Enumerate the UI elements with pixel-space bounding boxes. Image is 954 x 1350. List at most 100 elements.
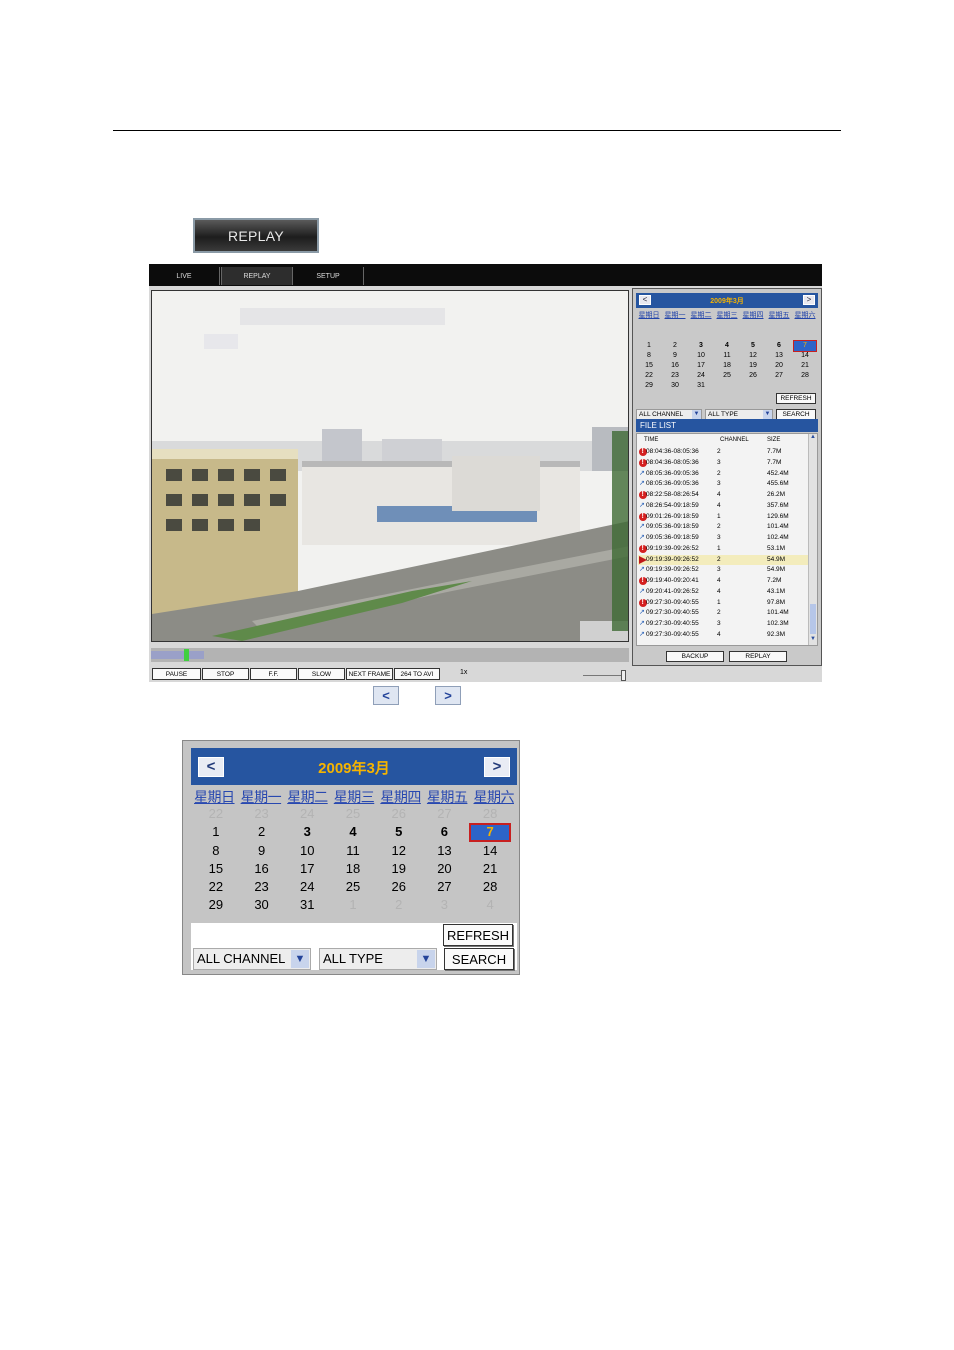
refresh-button[interactable]: REFRESH	[776, 393, 816, 404]
calendar-day[interactable]: 17	[284, 860, 330, 878]
file-list-row[interactable]: 08:04:36-08:05:36 3 7.7M	[638, 458, 808, 468]
calendar-day[interactable]: 31	[688, 381, 714, 391]
calendar-day[interactable]: 1	[193, 823, 239, 841]
playback-progress-bar[interactable]	[151, 648, 629, 662]
calendar-day[interactable]: 11	[714, 351, 740, 361]
calendar-day[interactable]: 1	[636, 341, 662, 351]
calendar-day[interactable]: 15	[193, 860, 239, 878]
file-list-row[interactable]: ↗ 08:26:54-09:18:59 4 357.6M	[638, 501, 808, 511]
weekday-label[interactable]: 星期三	[714, 310, 740, 320]
calendar-day[interactable]: 22	[636, 371, 662, 381]
fast-forward-button[interactable]: F.F.	[250, 668, 297, 680]
scroll-down-icon[interactable]: ▼	[809, 636, 817, 645]
calendar-day[interactable]: 11	[330, 842, 376, 860]
calendar-day[interactable]: 2	[662, 341, 688, 351]
backup-button[interactable]: BACKUP	[666, 651, 724, 662]
type-select[interactable]: ALL TYPE ▼	[319, 948, 437, 970]
calendar-day[interactable]: 19	[376, 860, 422, 878]
weekday-label[interactable]: 星期四	[377, 787, 424, 807]
calendar-day[interactable]: 12	[740, 351, 766, 361]
file-replay-button[interactable]: REPLAY	[729, 651, 787, 662]
tab-live[interactable]: LIVE	[149, 267, 220, 285]
calendar-day[interactable]: 27	[766, 371, 792, 381]
file-list-row[interactable]: ↗ 09:20:41-09:26:52 4 43.1M	[638, 587, 808, 597]
calendar-day-selected[interactable]: 7	[793, 340, 817, 352]
calendar-day[interactable]: 14	[792, 351, 818, 361]
calendar-day[interactable]: 28	[467, 878, 513, 896]
file-list-scrollbar[interactable]: ▲ ▼	[808, 434, 817, 645]
calendar-day[interactable]: 31	[284, 896, 330, 914]
calendar-day[interactable]: 23	[239, 878, 285, 896]
weekday-label[interactable]: 星期五	[766, 310, 792, 320]
calendar-day[interactable]: 29	[636, 381, 662, 391]
calendar-day[interactable]: 3	[284, 823, 330, 841]
calendar-day-selected[interactable]: 7	[469, 823, 511, 842]
calendar-day[interactable]: 25	[714, 371, 740, 381]
calendar-day[interactable]: 18	[714, 361, 740, 371]
file-list-row[interactable]: 09:27:30-09:40:55 1 97.8M	[638, 598, 808, 608]
weekday-label[interactable]: 星期五	[424, 787, 471, 807]
weekday-label[interactable]: 星期二	[284, 787, 331, 807]
file-list-row[interactable]: 08:04:36-08:05:36 2 7.7M	[638, 447, 808, 457]
calendar-day[interactable]: 5	[740, 341, 766, 351]
scroll-thumb[interactable]	[810, 604, 816, 634]
calendar-day[interactable]: 4	[330, 823, 376, 841]
channel-select[interactable]: ALL CHANNEL ▼	[193, 948, 311, 970]
calendar-day[interactable]: 29	[193, 896, 239, 914]
calendar-day[interactable]: 15	[636, 361, 662, 371]
scroll-up-icon[interactable]: ▲	[809, 434, 817, 443]
weekday-label[interactable]: 星期三	[331, 787, 378, 807]
file-list-row[interactable]: ↗ 08:05:36-09:05:36 3 455.6M	[638, 479, 808, 489]
calendar-day[interactable]: 24	[284, 878, 330, 896]
calendar-day[interactable]: 5	[376, 823, 422, 841]
calendar-day[interactable]: 6	[422, 823, 468, 841]
calendar-day[interactable]: 20	[766, 361, 792, 371]
progress-handle[interactable]	[183, 649, 189, 661]
calendar-day[interactable]: 12	[376, 842, 422, 860]
calendar-day[interactable]: 19	[740, 361, 766, 371]
calendar-day[interactable]: 10	[284, 842, 330, 860]
volume-slider-track[interactable]	[583, 675, 621, 676]
file-list-row[interactable]: ↗ 09:05:36-09:18:59 3 102.4M	[638, 533, 808, 543]
replay-button[interactable]: REPLAY	[193, 218, 319, 253]
file-list-row[interactable]: 09:19:39-09:26:52 2 54.9M	[638, 554, 808, 565]
weekday-label[interactable]: 星期日	[636, 310, 662, 320]
calendar-day[interactable]: 22	[193, 878, 239, 896]
calendar-day[interactable]: 3	[688, 341, 714, 351]
calendar-day[interactable]: 16	[239, 860, 285, 878]
pause-button[interactable]: PAUSE	[152, 668, 201, 680]
tab-setup[interactable]: SETUP	[293, 267, 364, 285]
calendar-day[interactable]: 16	[662, 361, 688, 371]
calendar-day[interactable]: 8	[636, 351, 662, 361]
calendar-day[interactable]: 13	[766, 351, 792, 361]
next-month-button[interactable]: >	[484, 757, 510, 777]
refresh-button[interactable]: REFRESH	[443, 924, 513, 946]
calendar-day[interactable]: 24	[688, 371, 714, 381]
file-list-row[interactable]: ↗ 09:27:30-09:40:55 4 92.3M	[638, 630, 808, 640]
calendar-day[interactable]: 20	[422, 860, 468, 878]
calendar-day[interactable]: 9	[239, 842, 285, 860]
file-list-row[interactable]: ↗ 09:27:30-09:40:55 2 101.4M	[638, 608, 808, 618]
calendar-day[interactable]: 30	[239, 896, 285, 914]
weekday-label[interactable]: 星期六	[470, 787, 517, 807]
file-list-row[interactable]: 09:19:40-09:20:41 4 7.2M	[638, 576, 808, 586]
file-list-row[interactable]: ↗ 08:05:36-09:05:36 2 452.4M	[638, 469, 808, 479]
file-list-row[interactable]: 09:19:39-09:26:52 1 53.1M	[638, 544, 808, 554]
calendar-day[interactable]: 18	[330, 860, 376, 878]
weekday-label[interactable]: 星期日	[191, 787, 238, 807]
slow-button[interactable]: SLOW	[298, 668, 345, 680]
next-month-button[interactable]: >	[803, 295, 815, 305]
calendar-day[interactable]: 4	[714, 341, 740, 351]
calendar-day[interactable]: 26	[376, 878, 422, 896]
file-list-row[interactable]: 08:22:58-08:26:54 4 26.2M	[638, 490, 808, 500]
calendar-day[interactable]: 17	[688, 361, 714, 371]
calendar-day[interactable]: 21	[467, 860, 513, 878]
stop-button[interactable]: STOP	[202, 668, 249, 680]
tab-replay[interactable]: REPLAY	[221, 267, 293, 285]
weekday-label[interactable]: 星期一	[662, 310, 688, 320]
calendar-day[interactable]: 8	[193, 842, 239, 860]
search-button[interactable]: SEARCH	[444, 948, 514, 970]
calendar-day[interactable]: 10	[688, 351, 714, 361]
weekday-label[interactable]: 星期一	[238, 787, 285, 807]
calendar-day[interactable]: 14	[467, 842, 513, 860]
